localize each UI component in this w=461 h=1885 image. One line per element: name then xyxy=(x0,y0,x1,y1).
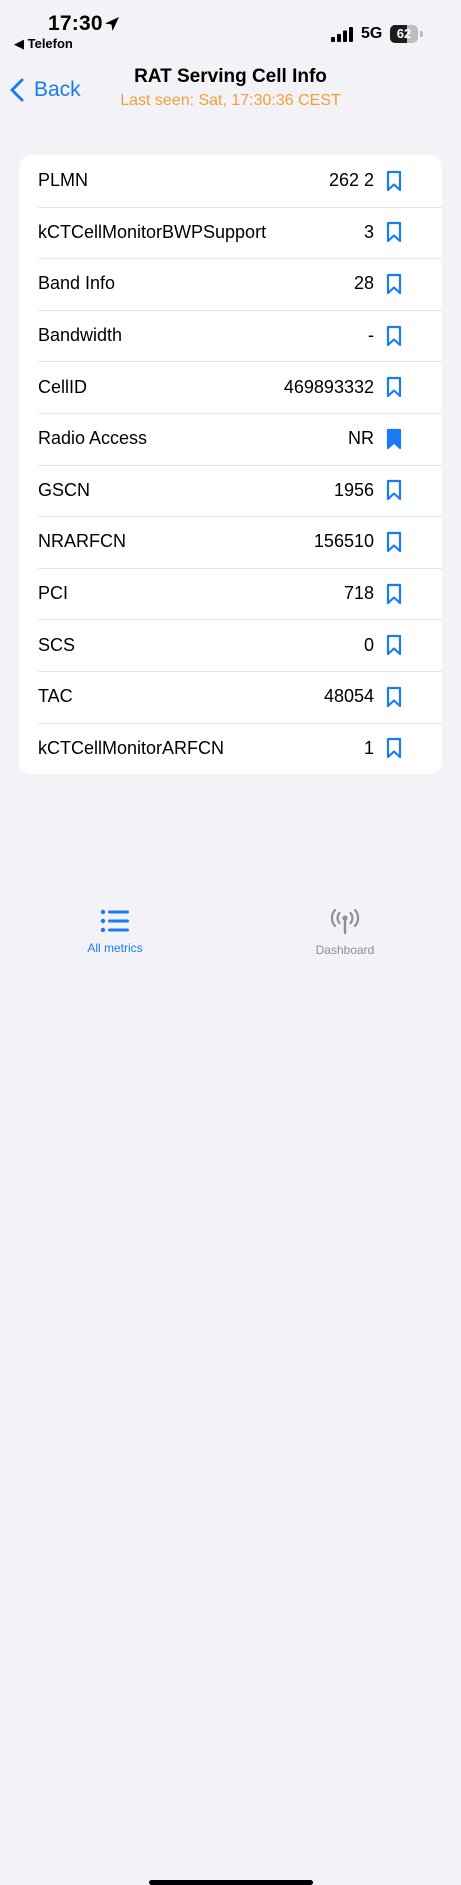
metric-value: 0 xyxy=(363,634,374,655)
bookmark-icon[interactable] xyxy=(386,221,402,243)
metric-label: Band Info xyxy=(38,273,116,294)
metric-label: kCTCellMonitorARFCN xyxy=(38,737,225,758)
metric-row: SCS 0 xyxy=(19,619,442,671)
bookmark-icon[interactable] xyxy=(386,634,402,656)
metric-row: CellID 469893332 xyxy=(19,361,442,413)
metric-value: 156510 xyxy=(313,531,374,552)
tab-bar: All metrics Dashboard xyxy=(0,895,461,1885)
back-to-app-link[interactable]: ◀ Telefon xyxy=(14,36,73,52)
bookmark-icon[interactable] xyxy=(386,686,402,708)
navigation-bar: Back RAT Serving Cell Info Last seen: Sa… xyxy=(0,56,461,120)
page-title: RAT Serving Cell Info xyxy=(134,66,327,87)
bookmark-icon[interactable] xyxy=(386,531,402,553)
metric-row: PCI 718 xyxy=(19,567,442,620)
bookmark-icon[interactable] xyxy=(386,170,402,192)
metric-value: 469893332 xyxy=(283,376,374,397)
tab-all-metrics[interactable]: All metrics xyxy=(45,909,185,955)
bookmark-icon[interactable] xyxy=(386,583,402,605)
metric-value: 262 2 xyxy=(328,170,374,191)
bookmark-icon[interactable] xyxy=(386,325,402,347)
metric-row: PLMN 262 2 xyxy=(19,155,442,207)
metric-label: TAC xyxy=(38,686,73,707)
tab-label: All metrics xyxy=(87,941,143,955)
metric-value: 28 xyxy=(353,273,374,294)
location-arrow-icon xyxy=(105,17,119,31)
list-icon xyxy=(100,909,129,933)
metric-row: TAC 48054 xyxy=(19,670,442,723)
metric-value: NR xyxy=(348,428,374,449)
metric-row: kCTCellMonitorBWPSupport 3 xyxy=(19,206,442,259)
last-seen-subtitle: Last seen: Sat, 17:30:36 CEST xyxy=(120,92,341,109)
metric-value: 718 xyxy=(343,583,374,604)
metric-row: Radio Access NR xyxy=(19,412,442,465)
metric-value: 3 xyxy=(363,221,374,242)
tab-label: Dashboard xyxy=(315,943,375,957)
antenna-icon xyxy=(330,909,360,935)
cellular-signal-icon xyxy=(331,27,353,42)
battery-icon: 62 xyxy=(390,25,423,43)
metric-row: Band Info 28 xyxy=(19,258,442,310)
status-bar: 17:30 ◀ Telefon 5G 62 xyxy=(0,0,461,56)
metric-label: SCS xyxy=(38,634,76,655)
bookmark-filled-icon[interactable] xyxy=(386,428,402,450)
battery-percent: 62 xyxy=(396,26,412,41)
metric-label: NRARFCN xyxy=(38,531,126,552)
metric-label: Bandwidth xyxy=(38,325,123,346)
home-indicator[interactable] xyxy=(149,1880,313,1885)
network-type: 5G xyxy=(361,25,383,42)
metric-label: GSCN xyxy=(38,479,91,500)
metric-value: 1 xyxy=(363,737,374,758)
metric-value: 1956 xyxy=(333,479,374,500)
tab-dashboard[interactable]: Dashboard xyxy=(275,909,415,957)
metric-label: Radio Access xyxy=(38,428,148,449)
metric-value: - xyxy=(368,325,374,346)
metric-label: PCI xyxy=(38,583,69,604)
metrics-list: PLMN 262 2 kCTCellMonitorBWPSupport 3 Band I… xyxy=(19,155,442,774)
status-time: 17:30 xyxy=(48,12,103,35)
bookmark-icon[interactable] xyxy=(386,737,402,759)
bookmark-icon[interactable] xyxy=(386,273,402,295)
metric-value: 48054 xyxy=(323,686,374,707)
metric-row: NRARFCN 156510 xyxy=(19,516,442,568)
metric-row: Bandwidth - xyxy=(19,309,442,362)
metric-row: kCTCellMonitorARFCN 1 xyxy=(19,722,442,774)
metric-label: PLMN xyxy=(38,170,89,191)
metric-row: GSCN 1956 xyxy=(19,464,442,517)
bookmark-icon[interactable] xyxy=(386,479,402,501)
metric-label: kCTCellMonitorBWPSupport xyxy=(38,221,267,242)
bookmark-icon[interactable] xyxy=(386,376,402,398)
metric-label: CellID xyxy=(38,376,88,397)
